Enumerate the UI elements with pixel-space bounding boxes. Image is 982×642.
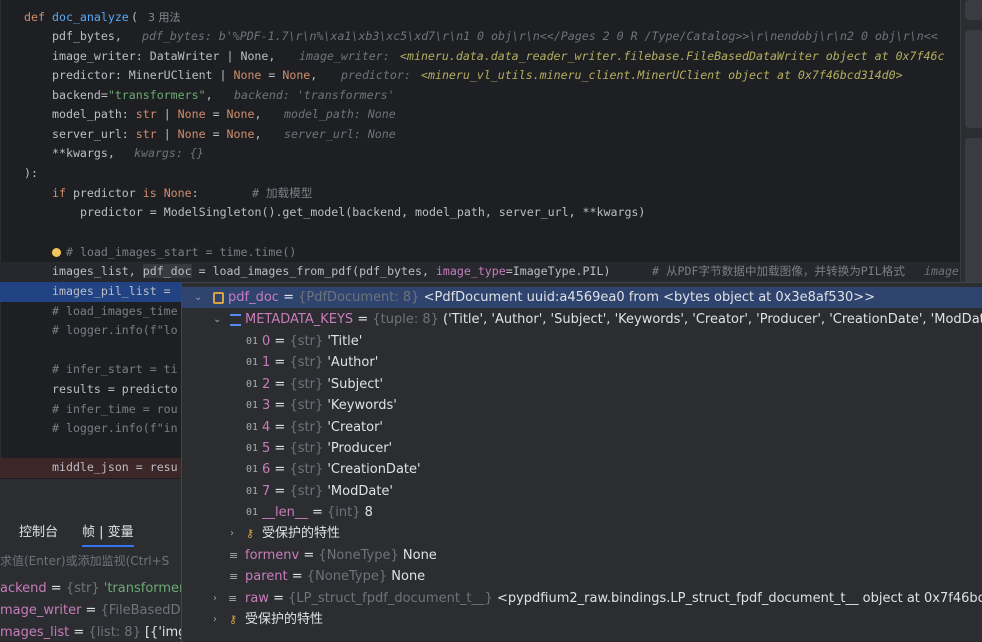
tool-card[interactable] — [965, 138, 982, 284]
comment: # logger.info(f"lo — [52, 323, 178, 337]
comment: # infer_time = rou — [52, 402, 178, 416]
code-line: predictor: MinerUClient | None = None, p… — [0, 66, 960, 86]
code-line-current: images_list, pdf_doc = load_images_from_… — [0, 262, 960, 282]
active-tab-indicator — [82, 545, 134, 547]
param: image_writer: DataWriter | None, — [52, 49, 276, 63]
param: pdf_bytes, — [52, 29, 122, 43]
keyword: def — [24, 10, 45, 24]
code-line: backend="transformers", backend: 'transf… — [0, 86, 960, 106]
comment: # load_images_time — [52, 304, 178, 318]
tree-row-root[interactable]: ⌄ pdf_doc = {PdfDocument: 8} <PdfDocumen… — [182, 287, 982, 308]
chevron-down-icon[interactable]: ⌄ — [194, 287, 202, 308]
string-icon: 01 — [246, 464, 259, 476]
tool-card[interactable] — [965, 30, 982, 128]
variable-row[interactable]: mage_writer = {FileBasedData\ — [0, 603, 206, 618]
comment: # infer_start = ti — [52, 362, 178, 376]
param: model_path: str | None = None, — [52, 107, 262, 121]
comment: # logger.info(f"in — [52, 421, 178, 435]
string-icon: 01 — [246, 400, 259, 412]
param: server_url: str | None = None, — [52, 127, 262, 141]
chevron-right-icon[interactable]: › — [230, 523, 234, 544]
code-line: # load_images_start = time.time() — [0, 243, 960, 263]
inline-value-hint: server_url: None — [284, 127, 396, 141]
comment: # load_images_start = time.time() — [66, 245, 297, 259]
code-line: pdf_bytes, pdf_bytes: b'%PDF-1.7\r\n%\xa… — [0, 27, 960, 47]
statement: predictor = ModelSingleton().get_model(b… — [80, 205, 646, 219]
function-name: doc_analyze — [52, 10, 129, 24]
signature-end: ): — [24, 166, 38, 180]
code-line: model_path: str | None = None, model_pat… — [0, 105, 960, 125]
inline-value-hint: model_path: None — [284, 107, 396, 121]
inline-value-hint: image_writer: — [299, 49, 390, 63]
string-icon: 01 — [246, 357, 259, 369]
object-icon — [213, 292, 224, 304]
comment: # 加载模型 — [252, 186, 313, 200]
key-icon: ⚷ — [246, 527, 255, 540]
code-line: server_url: str | None = None, server_ur… — [0, 125, 960, 145]
string-icon: 01 — [246, 336, 259, 347]
code-line: **kwargs, kwargs: {} — [0, 144, 960, 164]
lightbulb-icon[interactable] — [52, 248, 61, 257]
usage-count[interactable]: 3 用法 — [148, 8, 181, 28]
inline-value-hint: backend: 'transformers' — [234, 88, 395, 102]
string-icon: 01 — [246, 378, 259, 390]
inline-value-hint: pdf_bytes: b'%PDF-1.7\r\n%\xa1\xb3\xc5\x… — [142, 29, 938, 43]
code-line: def doc_analyze ( 3 用法 — [0, 8, 960, 28]
tool-card[interactable] — [965, 0, 982, 20]
code-line: ): — [0, 164, 960, 184]
field-icon: ≡ — [229, 549, 239, 562]
tab-frames-variables[interactable]: 帧 | 变量 — [82, 521, 134, 540]
param: **kwargs, — [52, 146, 115, 160]
pointer-icon: ≡ — [228, 592, 238, 605]
string-icon: 01 — [246, 421, 259, 433]
param: predictor: MinerUClient | None = None, — [52, 68, 318, 82]
inline-value-hint: kwargs: {} — [134, 146, 204, 160]
watch-input[interactable]: 求值(Enter)或添加监视(Ctrl+S — [0, 552, 169, 569]
statement: images_list, pdf_doc = load_images_from_… — [52, 264, 611, 278]
variable-row[interactable]: ackend = {str} 'transformers' — [0, 581, 195, 596]
code-line: predictor = ModelSingleton().get_model(b… — [0, 203, 960, 223]
int-icon: 01 — [246, 507, 259, 518]
variable-inspector-popup[interactable]: ⌄ pdf_doc = {PdfDocument: 8} <PdfDocumen… — [181, 282, 982, 642]
inline-value-hint: image — [924, 264, 959, 278]
field-icon: ≡ — [229, 570, 239, 583]
inline-value: <mineru.data.data_reader_writer.filebase… — [400, 49, 945, 63]
statement: results = predicto — [52, 382, 178, 396]
statement: images_pil_list = — [52, 284, 178, 298]
paren: ( — [131, 10, 138, 24]
key-icon: ⚷ — [229, 613, 238, 626]
chevron-down-icon[interactable]: ⌄ — [213, 309, 221, 330]
tree-row-metadata-keys[interactable]: ⌄ METADATA_KEYS = {tuple: 8} ('Title', '… — [182, 309, 982, 330]
tuple-icon — [230, 314, 241, 326]
chevron-right-icon[interactable]: › — [213, 609, 217, 630]
statement: middle_json = resu — [52, 460, 178, 474]
inline-value: <mineru_vl_utils.mineru_client.MinerUCli… — [421, 68, 903, 82]
string-icon: 01 — [246, 443, 259, 454]
chevron-right-icon[interactable]: › — [213, 588, 217, 609]
inline-value-hint: predictor: — [341, 68, 411, 82]
code-line: if predictor is None: # 加载模型 — [0, 184, 960, 204]
if-statement: if predictor is None: — [52, 186, 199, 200]
code-line: image_writer: DataWriter | None, image_w… — [0, 47, 960, 67]
comment: # 从PDF字节数据中加载图像，并转换为PIL格式 — [652, 264, 905, 278]
tab-console[interactable]: 控制台 — [19, 521, 58, 540]
string-icon: 01 — [246, 485, 259, 497]
param: backend="transformers", — [52, 88, 213, 102]
